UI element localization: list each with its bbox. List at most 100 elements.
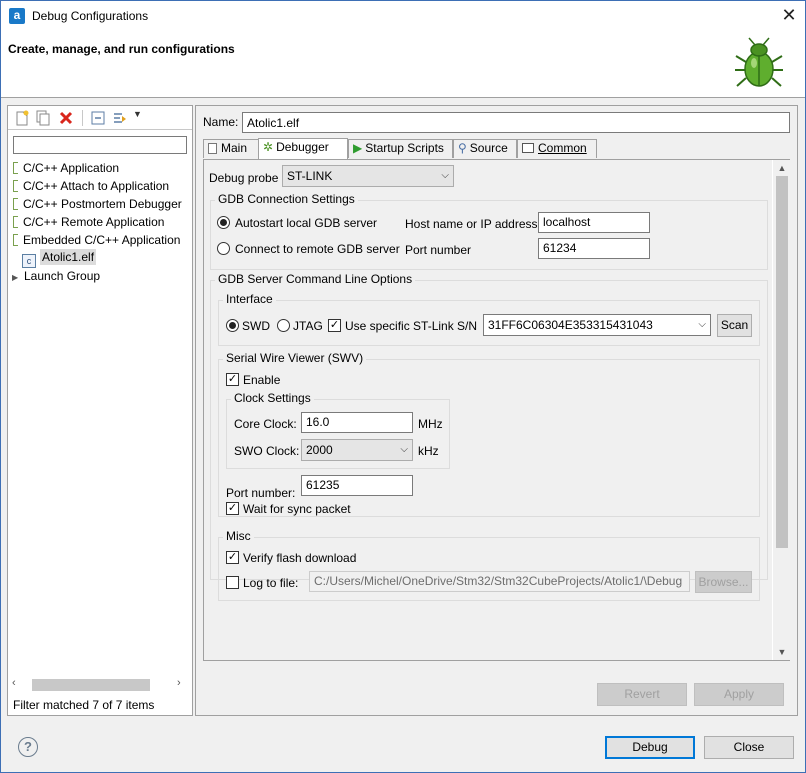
gdb-server-options-group: GDB Server Command Line Options Interfac… bbox=[210, 272, 768, 601]
revert-button[interactable]: Revert bbox=[597, 683, 687, 706]
debug-button[interactable]: Debug bbox=[605, 736, 695, 759]
help-icon[interactable]: ? bbox=[18, 737, 38, 757]
window-title: Debug Configurations bbox=[32, 9, 149, 23]
debug-probe-select[interactable]: ST-LINK ⌵ bbox=[282, 165, 454, 187]
tree-item-atolic1-elf[interactable]: c Atolic1.elf bbox=[22, 249, 97, 268]
tab-startup-scripts[interactable]: ▶ Startup Scripts bbox=[348, 139, 453, 158]
browse-button[interactable]: Browse... bbox=[695, 571, 752, 593]
duplicate-configuration-icon[interactable] bbox=[35, 110, 51, 126]
startup-scripts-tab-icon: ▶ bbox=[353, 141, 363, 155]
view-menu-chevron-down-icon[interactable]: ▼ bbox=[133, 109, 142, 119]
core-clock-unit: MHz bbox=[418, 417, 443, 431]
gdb-port-label: Port number bbox=[405, 243, 472, 257]
source-tab-icon: ⚲ bbox=[458, 141, 467, 155]
jtag-label: JTAG bbox=[293, 319, 323, 333]
tab-label: Common bbox=[538, 141, 587, 155]
swv-group: Serial Wire Viewer (SWV) ✓ Enable Clock … bbox=[218, 351, 760, 517]
swo-clock-select[interactable]: 2000 ⌵ bbox=[301, 439, 413, 461]
gdb-port-input[interactable]: 61234 bbox=[538, 238, 650, 259]
tree-item-cpp-remote[interactable]: C/C++ Remote Application bbox=[13, 215, 164, 233]
st-link-sn-value: 31FF6C06304E353315431043 bbox=[488, 318, 653, 332]
chevron-down-icon: ⌵ bbox=[400, 444, 408, 455]
scroll-right-icon[interactable]: › bbox=[177, 677, 181, 689]
use-specific-sn-checkbox[interactable]: ✓ bbox=[328, 319, 341, 332]
debugger-tab-panel: Debug probe ST-LINK ⌵ GDB Connection Sett… bbox=[203, 159, 790, 661]
debug-bug-icon bbox=[735, 37, 783, 87]
scan-button[interactable]: Scan bbox=[717, 314, 752, 337]
header-title: Create, manage, and run configurations bbox=[8, 42, 235, 56]
tree-item-label: C/C++ Application bbox=[23, 161, 120, 175]
remote-server-label: Connect to remote GDB server bbox=[235, 242, 400, 256]
tree-item-cpp-postmortem[interactable]: C/C++ Postmortem Debugger bbox=[13, 197, 182, 215]
close-window-button[interactable]: ✕ bbox=[777, 4, 801, 28]
debug-probe-label: Debug probe bbox=[209, 171, 279, 185]
tab-label: Startup Scripts bbox=[365, 141, 444, 155]
log-to-file-checkbox[interactable] bbox=[226, 576, 239, 589]
log-to-file-label: Log to file: bbox=[243, 576, 299, 590]
expand-arrow-icon[interactable]: ▶ bbox=[12, 273, 24, 282]
chevron-down-icon: ⌵ bbox=[441, 170, 449, 181]
swv-port-input[interactable]: 61235 bbox=[301, 475, 413, 496]
apply-button[interactable]: Apply bbox=[694, 683, 784, 706]
config-type-icon bbox=[13, 234, 18, 246]
close-button[interactable]: Close bbox=[704, 736, 794, 759]
interface-title: Interface bbox=[223, 292, 276, 306]
tree-item-label: C/C++ Postmortem Debugger bbox=[23, 197, 182, 211]
tab-debugger[interactable]: ✲ Debugger bbox=[258, 138, 348, 159]
misc-title: Misc bbox=[223, 529, 254, 543]
host-input[interactable]: localhost bbox=[538, 212, 650, 233]
gdb-connection-group: GDB Connection Settings Autostart local … bbox=[210, 192, 768, 270]
tree-item-embedded-cpp[interactable]: Embedded C/C++ Application bbox=[13, 233, 180, 251]
filter-input[interactable] bbox=[13, 136, 187, 154]
main-tab-icon bbox=[208, 143, 217, 154]
tab-source[interactable]: ⚲ Source bbox=[453, 139, 517, 158]
new-configuration-icon[interactable] bbox=[14, 110, 30, 126]
swd-label: SWD bbox=[242, 319, 270, 333]
scroll-down-icon[interactable]: ▼ bbox=[776, 646, 788, 658]
configuration-editor: Name: Main ✲Debugger ▶Startup Scripts ⚲S… bbox=[195, 105, 798, 716]
core-clock-input[interactable]: 16.0 bbox=[301, 412, 413, 433]
log-file-path-input[interactable]: C:/Users/Michel/OneDrive/Stm32/Stm32Cube… bbox=[309, 571, 690, 592]
app-icon: a bbox=[9, 8, 25, 24]
collapse-all-icon[interactable] bbox=[90, 110, 106, 126]
chevron-down-icon: ⌵ bbox=[698, 319, 706, 330]
tab-common[interactable]: Common bbox=[517, 139, 597, 158]
tree-item-label: C/C++ Attach to Application bbox=[23, 179, 170, 193]
debug-probe-value: ST-LINK bbox=[287, 169, 333, 183]
settings-vertical-scrollbar[interactable]: ▲ ▼ bbox=[773, 160, 790, 660]
wait-sync-checkbox[interactable]: ✓ bbox=[226, 502, 239, 515]
tree-item-cpp-attach[interactable]: C/C++ Attach to Application bbox=[13, 179, 169, 197]
config-type-icon bbox=[13, 162, 18, 174]
swd-radio[interactable] bbox=[226, 319, 239, 332]
tab-label: Source bbox=[469, 141, 508, 155]
scrollbar-thumb[interactable] bbox=[776, 176, 788, 548]
tree-item-launch-group[interactable]: ▶ Launch Group bbox=[12, 269, 100, 287]
st-link-sn-select[interactable]: 31FF6C06304E353315431043 ⌵ bbox=[483, 314, 711, 336]
name-label: Name: bbox=[203, 115, 239, 129]
jtag-radio[interactable] bbox=[277, 319, 290, 332]
swv-enable-label: Enable bbox=[243, 373, 281, 387]
scroll-left-icon[interactable]: ‹ bbox=[12, 677, 16, 689]
misc-group: Misc ✓ Verify flash download Log to file… bbox=[218, 529, 760, 601]
name-field[interactable] bbox=[242, 112, 790, 133]
configurations-tree-panel: ▼ C/C++ Application C/C++ Attach to Appl… bbox=[7, 105, 193, 716]
delete-configuration-icon[interactable] bbox=[58, 110, 74, 126]
swo-clock-unit: kHz bbox=[418, 444, 439, 458]
title-bar: a Debug Configurations ✕ bbox=[1, 1, 805, 31]
remote-server-radio[interactable] bbox=[217, 242, 230, 255]
tree-item-cpp-application[interactable]: C/C++ Application bbox=[13, 161, 119, 179]
swv-enable-checkbox[interactable]: ✓ bbox=[226, 373, 239, 386]
tree-horizontal-scrollbar[interactable]: ‹ › bbox=[10, 677, 190, 691]
scrollbar-thumb[interactable] bbox=[32, 679, 150, 691]
verify-flash-checkbox[interactable]: ✓ bbox=[226, 551, 239, 564]
autostart-label: Autostart local GDB server bbox=[235, 216, 378, 230]
host-label: Host name or IP address bbox=[405, 217, 538, 231]
scroll-up-icon[interactable]: ▲ bbox=[776, 162, 788, 174]
toolbar-separator bbox=[82, 110, 83, 126]
swo-clock-label: SWO Clock: bbox=[234, 444, 300, 458]
tree-toolbar: ▼ bbox=[8, 106, 192, 130]
tab-label: Debugger bbox=[276, 140, 329, 154]
tab-main[interactable]: Main bbox=[203, 139, 259, 158]
autostart-radio[interactable] bbox=[217, 216, 230, 229]
filter-configurations-icon[interactable] bbox=[112, 110, 128, 126]
